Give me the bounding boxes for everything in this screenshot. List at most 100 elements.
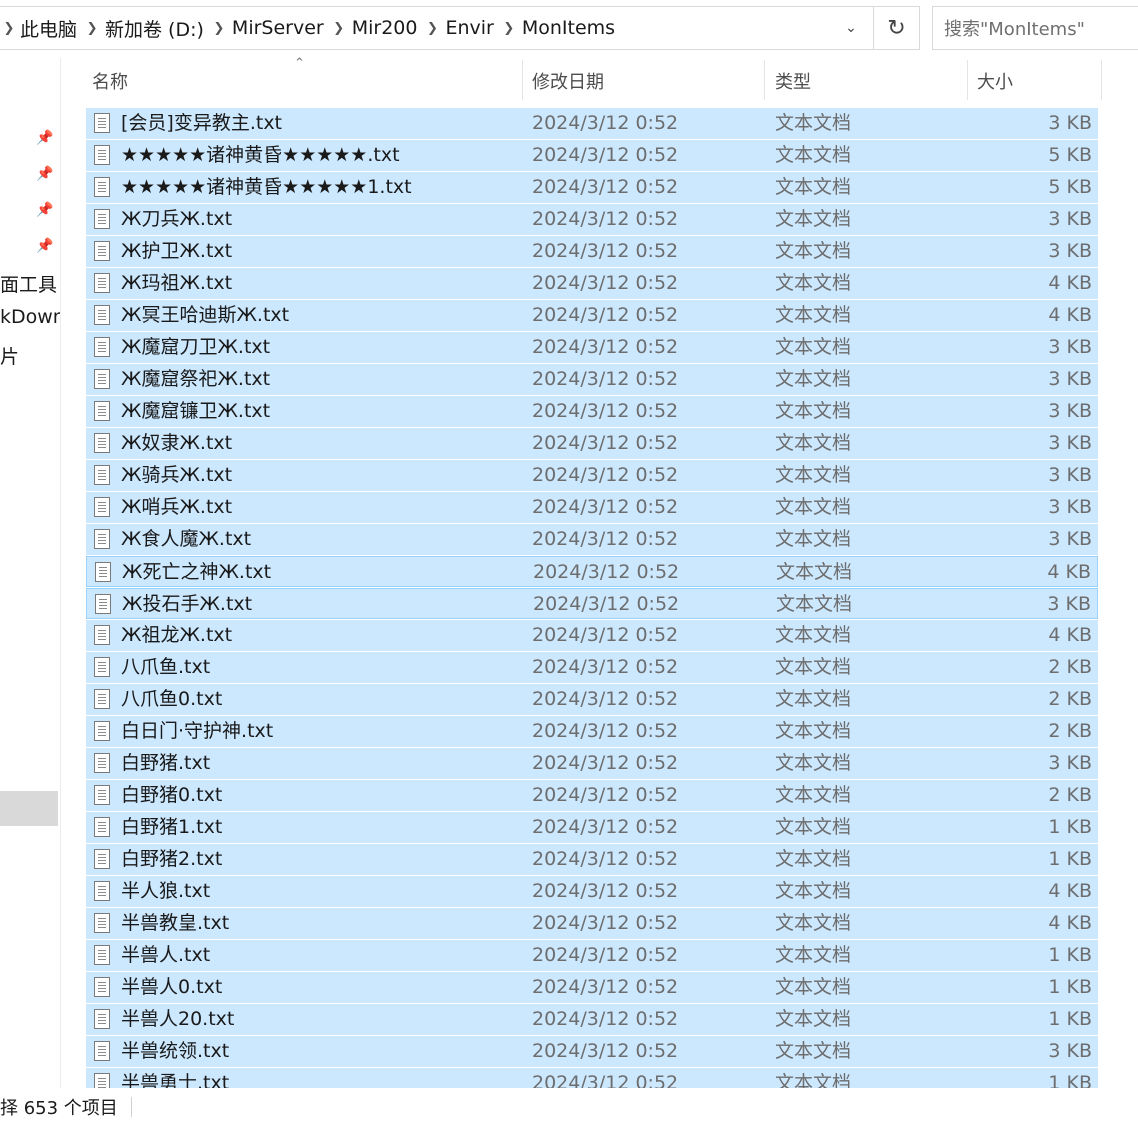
file-row[interactable]: [会员]变异教主.txt 2024/3/12 0:52 文本文档 3 KB <box>86 108 1098 139</box>
file-row[interactable]: 半兽教皇.txt 2024/3/12 0:52 文本文档 4 KB <box>86 908 1098 939</box>
file-row[interactable]: 八爪鱼0.txt 2024/3/12 0:52 文本文档 2 KB <box>86 684 1098 715</box>
file-size: 3 KB <box>1048 112 1092 134</box>
file-size: 2 KB <box>1048 656 1092 678</box>
file-size: 1 KB <box>1048 1008 1092 1030</box>
file-type: 文本文档 <box>775 208 852 230</box>
text-file-icon <box>94 209 110 229</box>
file-type: 文本文档 <box>775 688 852 710</box>
file-name: Ж投石手Ж.txt <box>122 593 253 615</box>
text-file-icon <box>94 657 110 677</box>
file-row[interactable]: Ж护卫Ж.txt 2024/3/12 0:52 文本文档 3 KB <box>86 236 1098 267</box>
file-date: 2024/3/12 0:52 <box>532 880 679 902</box>
file-row[interactable]: Ж食人魔Ж.txt 2024/3/12 0:52 文本文档 3 KB <box>86 524 1098 555</box>
chevron-right-icon[interactable]: ❯ <box>81 21 103 36</box>
column-header-type[interactable]: 类型 <box>769 60 967 102</box>
file-row[interactable]: 白野猪2.txt 2024/3/12 0:52 文本文档 1 KB <box>86 844 1098 875</box>
nav-item-download[interactable]: kDown <box>0 306 60 328</box>
file-row[interactable]: 半兽勇士.txt 2024/3/12 0:52 文本文档 1 KB <box>86 1068 1098 1088</box>
file-name: 白野猪2.txt <box>121 848 223 870</box>
file-name: 半人狼.txt <box>121 880 211 902</box>
file-date: 2024/3/12 0:52 <box>532 1072 679 1088</box>
column-header-size[interactable]: 大小 <box>971 60 1101 102</box>
status-divider <box>131 1097 132 1117</box>
file-row[interactable]: Ж冥王哈迪斯Ж.txt 2024/3/12 0:52 文本文档 4 KB <box>86 300 1098 331</box>
file-size: 2 KB <box>1048 688 1092 710</box>
breadcrumb-item[interactable]: 新加卷 (D:) <box>103 15 208 42</box>
column-divider[interactable] <box>967 60 968 100</box>
column-header-date[interactable]: 修改日期 <box>526 60 764 102</box>
file-size: 4 KB <box>1048 304 1092 326</box>
chevron-right-icon[interactable]: ❯ <box>0 21 18 36</box>
file-name: 半兽人.txt <box>121 944 211 966</box>
file-row[interactable]: Ж祖龙Ж.txt 2024/3/12 0:52 文本文档 4 KB <box>86 620 1098 651</box>
file-row[interactable]: Ж魔窟刀卫Ж.txt 2024/3/12 0:52 文本文档 3 KB <box>86 332 1098 363</box>
refresh-button[interactable]: ↻ <box>874 6 920 50</box>
pane-divider[interactable] <box>60 58 61 1088</box>
file-date: 2024/3/12 0:52 <box>532 208 679 230</box>
column-divider[interactable] <box>522 60 523 100</box>
file-name: 白野猪.txt <box>121 752 211 774</box>
file-type: 文本文档 <box>775 240 852 262</box>
file-type: 文本文档 <box>775 400 852 422</box>
file-type: 文本文档 <box>776 561 853 583</box>
file-name: Ж祖龙Ж.txt <box>121 624 233 646</box>
file-row[interactable]: ★★★★★诸神黄昏★★★★★1.txt 2024/3/12 0:52 文本文档 5 K… <box>86 172 1098 203</box>
file-name: Ж玛祖Ж.txt <box>121 272 233 294</box>
chevron-right-icon[interactable]: ❯ <box>208 21 230 36</box>
file-type: 文本文档 <box>775 912 852 934</box>
file-name: Ж哨兵Ж.txt <box>121 496 233 518</box>
file-row[interactable]: Ж刀兵Ж.txt 2024/3/12 0:52 文本文档 3 KB <box>86 204 1098 235</box>
status-bar: 择 653 个项目 <box>0 1088 1138 1124</box>
file-row[interactable]: Ж哨兵Ж.txt 2024/3/12 0:52 文本文档 3 KB <box>86 492 1098 523</box>
file-type: 文本文档 <box>775 880 852 902</box>
file-size: 3 KB <box>1048 1040 1092 1062</box>
column-divider[interactable] <box>1101 60 1102 100</box>
file-list[interactable]: [会员]变异教主.txt 2024/3/12 0:52 文本文档 3 KB ★★★★★诸… <box>86 108 1098 1088</box>
nav-item-pictures[interactable]: 片 <box>0 342 19 369</box>
file-row[interactable]: 白野猪1.txt 2024/3/12 0:52 文本文档 1 KB <box>86 812 1098 843</box>
file-row[interactable]: Ж魔窟祭祀Ж.txt 2024/3/12 0:52 文本文档 3 KB <box>86 364 1098 395</box>
file-row[interactable]: Ж玛祖Ж.txt 2024/3/12 0:52 文本文档 4 KB <box>86 268 1098 299</box>
file-row[interactable]: 半兽人0.txt 2024/3/12 0:52 文本文档 1 KB <box>86 972 1098 1003</box>
column-divider[interactable] <box>764 60 765 100</box>
file-row[interactable]: 白野猪.txt 2024/3/12 0:52 文本文档 3 KB <box>86 748 1098 779</box>
breadcrumb-item[interactable]: 此电脑 <box>18 15 81 42</box>
file-size: 5 KB <box>1048 176 1092 198</box>
text-file-icon <box>94 465 110 485</box>
file-row[interactable]: 白野猪0.txt 2024/3/12 0:52 文本文档 2 KB <box>86 780 1098 811</box>
chevron-right-icon[interactable]: ❯ <box>498 21 520 36</box>
column-header-name[interactable]: 名称 <box>86 60 522 102</box>
file-row[interactable]: ★★★★★诸神黄昏★★★★★.txt 2024/3/12 0:52 文本文档 5 KB <box>86 140 1098 171</box>
chevron-right-icon[interactable]: ❯ <box>328 21 350 36</box>
file-size: 3 KB <box>1048 464 1092 486</box>
file-type: 文本文档 <box>775 624 852 646</box>
file-row[interactable]: 半兽统领.txt 2024/3/12 0:52 文本文档 3 KB <box>86 1036 1098 1067</box>
breadcrumb[interactable]: ❯ 此电脑 ❯ 新加卷 (D:) ❯ MirServer ❯ Mir200 ❯ Envir ❯ Mon… <box>0 6 874 50</box>
nav-item-desktop-tools[interactable]: 面工具 <box>0 270 57 297</box>
file-row[interactable]: 半人狼.txt 2024/3/12 0:52 文本文档 4 KB <box>86 876 1098 907</box>
file-row[interactable]: 半兽人.txt 2024/3/12 0:52 文本文档 1 KB <box>86 940 1098 971</box>
file-size: 4 KB <box>1048 880 1092 902</box>
file-date: 2024/3/12 0:52 <box>532 944 679 966</box>
chevron-right-icon[interactable]: ❯ <box>421 21 443 36</box>
file-row[interactable]: Ж魔窟镰卫Ж.txt 2024/3/12 0:52 文本文档 3 KB <box>86 396 1098 427</box>
text-file-icon <box>94 241 110 261</box>
file-row[interactable]: Ж奴隶Ж.txt 2024/3/12 0:52 文本文档 3 KB <box>86 428 1098 459</box>
address-bar-row: ❯ 此电脑 ❯ 新加卷 (D:) ❯ MirServer ❯ Mir200 ❯ Envir ❯ Mon… <box>0 0 1138 58</box>
breadcrumb-item[interactable]: MirServer <box>230 17 328 39</box>
search-input[interactable]: 搜索"MonItems" <box>932 6 1138 50</box>
nav-item-selected[interactable] <box>0 791 58 826</box>
file-row[interactable]: Ж骑兵Ж.txt 2024/3/12 0:52 文本文档 3 KB <box>86 460 1098 491</box>
breadcrumb-item[interactable]: Envir <box>443 17 497 39</box>
file-row[interactable]: 八爪鱼.txt 2024/3/12 0:52 文本文档 2 KB <box>86 652 1098 683</box>
file-row[interactable]: Ж死亡之神Ж.txt 2024/3/12 0:52 文本文档 4 KB <box>86 556 1098 587</box>
file-date: 2024/3/12 0:52 <box>532 496 679 518</box>
breadcrumb-item[interactable]: Mir200 <box>350 17 422 39</box>
file-name: Ж护卫Ж.txt <box>121 240 233 262</box>
file-row[interactable]: 半兽人20.txt 2024/3/12 0:52 文本文档 1 KB <box>86 1004 1098 1035</box>
address-history-button[interactable]: ⌄ <box>828 7 874 49</box>
breadcrumb-item[interactable]: MonItems <box>520 17 619 39</box>
file-date: 2024/3/12 0:52 <box>532 688 679 710</box>
file-row[interactable]: Ж投石手Ж.txt 2024/3/12 0:52 文本文档 3 KB <box>86 588 1098 619</box>
file-row[interactable]: 白日门·守护神.txt 2024/3/12 0:52 文本文档 2 KB <box>86 716 1098 747</box>
